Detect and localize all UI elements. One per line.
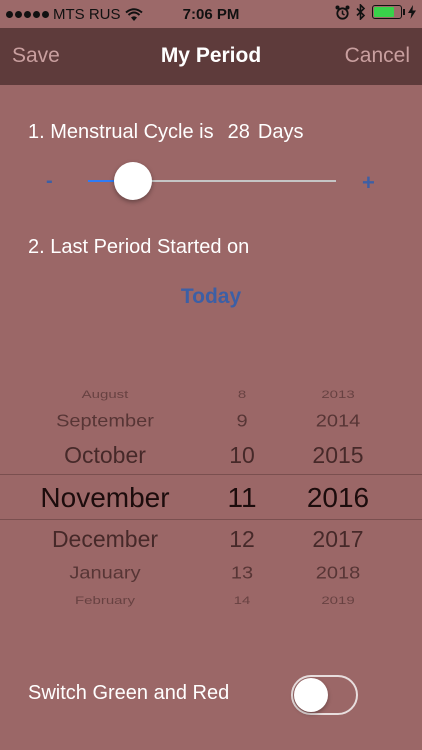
picker-year-selected[interactable]: 2016 <box>288 482 388 514</box>
picker-year[interactable]: 2014 <box>288 411 388 432</box>
battery-icon <box>372 5 405 19</box>
cycle-slider-thumb[interactable] <box>113 162 152 200</box>
battery-level <box>374 7 394 17</box>
bluetooth-icon <box>356 4 366 20</box>
today-button[interactable]: Today <box>0 285 422 309</box>
picker-selection-bottom-line <box>0 519 422 520</box>
picker-month[interactable]: October <box>10 442 200 469</box>
increase-button[interactable]: + <box>362 170 375 196</box>
month-wheel[interactable]: August September October November December Ja… <box>10 370 200 610</box>
picker-day[interactable]: 12 <box>210 526 274 553</box>
picker-month[interactable]: December <box>10 526 200 553</box>
status-bar: MTS RUS 7:06 PM <box>0 0 422 28</box>
navigation-bar: Save My Period Cancel <box>0 28 422 85</box>
picker-year[interactable]: 2017 <box>288 526 388 553</box>
date-picker[interactable]: August September October November December Ja… <box>0 370 422 610</box>
cycle-length-unit: Days <box>257 121 304 143</box>
picker-year[interactable]: 2015 <box>288 442 388 469</box>
last-period-label: 2. Last Period Started on <box>28 236 250 258</box>
picker-year[interactable]: 2013 <box>288 388 388 401</box>
toggle-knob <box>294 678 328 712</box>
picker-month-selected[interactable]: November <box>10 482 200 514</box>
picker-day[interactable]: 13 <box>210 563 274 584</box>
status-right <box>335 4 416 20</box>
cycle-length-value: 28 <box>227 121 250 143</box>
picker-day[interactable]: 8 <box>210 388 274 401</box>
picker-day-selected[interactable]: 11 <box>210 482 274 514</box>
switch-green-red-toggle[interactable] <box>291 675 358 715</box>
picker-month[interactable]: September <box>10 411 200 432</box>
picker-day[interactable]: 14 <box>210 594 274 607</box>
picker-month[interactable]: February <box>10 594 200 607</box>
alarm-icon <box>335 5 350 20</box>
picker-day[interactable]: 10 <box>210 442 274 469</box>
picker-month[interactable]: August <box>10 388 200 401</box>
picker-selection-top-line <box>0 474 422 475</box>
decrease-button[interactable]: - <box>46 170 53 193</box>
picker-year[interactable]: 2018 <box>288 563 388 584</box>
charging-bolt-icon <box>408 5 416 19</box>
cycle-length-row: 1. Menstrual Cycle is 28 Days <box>28 121 303 144</box>
picker-month[interactable]: January <box>10 563 200 584</box>
cycle-length-label: 1. Menstrual Cycle is <box>28 121 214 143</box>
switch-green-red-label: Switch Green and Red <box>28 682 230 704</box>
picker-day[interactable]: 9 <box>210 411 274 432</box>
picker-year[interactable]: 2019 <box>288 594 388 607</box>
year-wheel[interactable]: 2013 2014 2015 2016 2017 2018 2019 <box>288 370 388 610</box>
cancel-button[interactable]: Cancel <box>345 44 410 68</box>
day-wheel[interactable]: 8 9 10 11 12 13 14 <box>210 370 274 610</box>
